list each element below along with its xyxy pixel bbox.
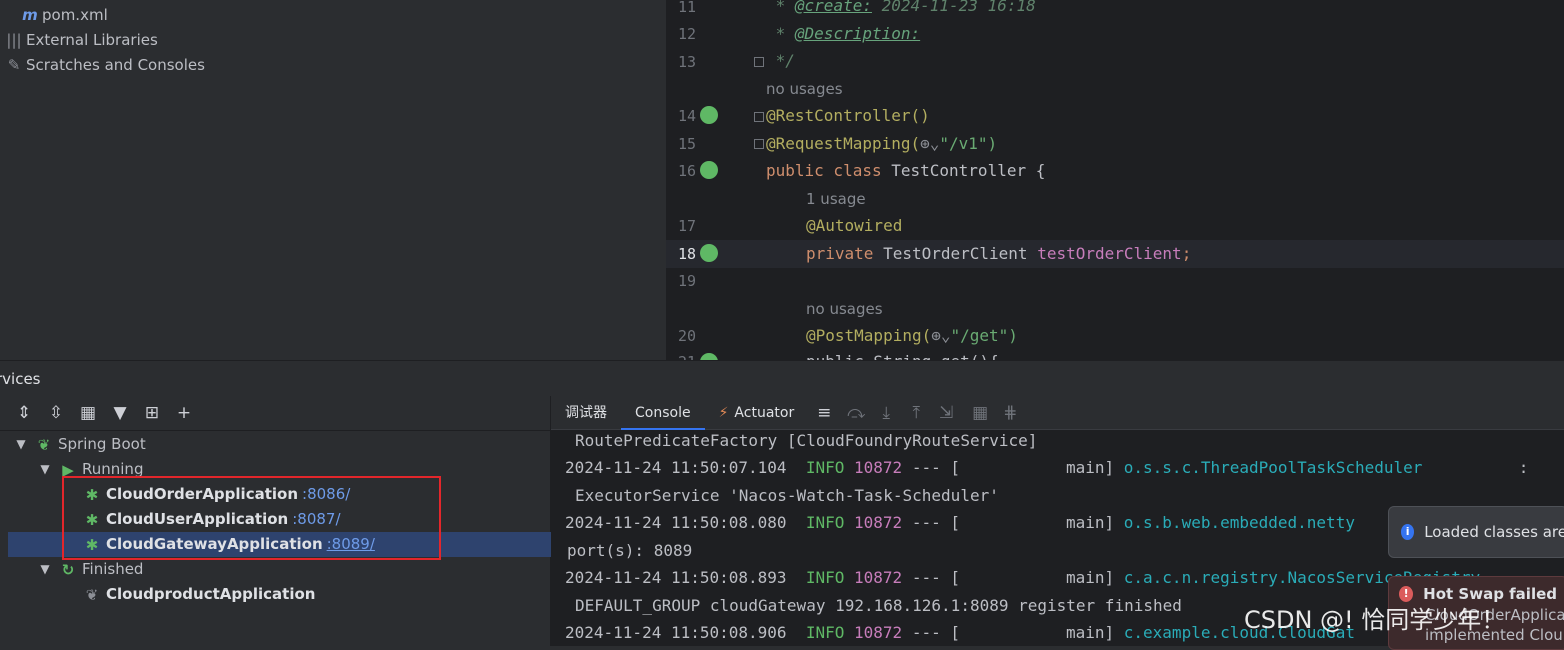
actuator-icon: ⚡ [718, 404, 729, 421]
line-number: 18 [677, 245, 696, 263]
usage-hint[interactable]: no usages [806, 300, 883, 318]
fold-marker-icon[interactable] [754, 57, 764, 67]
info-icon: i [1401, 524, 1415, 540]
tab-actuator-label: Actuator [734, 404, 795, 421]
line-number: 19 [677, 272, 696, 290]
usage-hint[interactable]: no usages [766, 80, 843, 98]
path-string: "/get") [950, 326, 1018, 345]
line-number: 12 [677, 25, 696, 43]
globe-icon[interactable]: ⊕⌄ [931, 326, 950, 345]
spring-bean-gutter-icon[interactable] [700, 353, 718, 360]
autowired-gutter-icon[interactable] [700, 244, 718, 262]
path-string: "/v1") [939, 134, 998, 153]
chevron-down-icon[interactable]: ▼ [38, 457, 52, 482]
external-libraries-label: External Libraries [26, 31, 158, 49]
services-title: rvices [0, 370, 41, 388]
line-number: 11 [677, 0, 696, 16]
chevron-down-icon[interactable]: ▼ [14, 432, 28, 457]
console-line: 2024-11-24 11:50:08.893 INFO 10872 --- [… [565, 568, 1481, 587]
info-notification-text: Loaded classes are [1424, 523, 1564, 541]
add-service-icon[interactable]: + [174, 403, 194, 423]
new-tab-icon[interactable]: ⊞ [142, 403, 162, 423]
highlight-annotation-box [62, 476, 441, 560]
group-by-icon[interactable]: ▦ [78, 403, 98, 423]
spring-bean-gutter-icon[interactable] [700, 106, 718, 124]
evaluate-icon[interactable]: ▦ [970, 403, 990, 423]
annotation-text: @PostMapping( [806, 326, 932, 345]
maven-icon: m [22, 6, 38, 24]
line-number: 15 [677, 135, 696, 153]
fold-marker-icon[interactable] [754, 112, 764, 122]
step-out-icon[interactable]: ⤒ [906, 403, 926, 423]
project-tree-panel: m pom.xml ||| External Libraries ✎ Scrat… [0, 0, 666, 360]
annotation-text: @RequestMapping( [766, 134, 921, 153]
code-line-18: private TestOrderClient testOrderClient; [806, 244, 1192, 263]
code-line-12: * @Description: [766, 24, 921, 43]
services-title-bar: rvices [0, 360, 1564, 396]
tree-node-app[interactable]: ❦ CloudproductApplication [84, 582, 316, 607]
console-line: 2024-11-24 11:50:08.080 INFO 10872 --- [… [565, 513, 1355, 532]
project-tree-item-pom[interactable]: m pom.xml [20, 3, 108, 27]
code-line-21: public String get(){ [806, 352, 999, 360]
line-number: 20 [677, 327, 696, 345]
finished-label: Finished [82, 560, 144, 578]
globe-icon[interactable]: ⊕⌄ [920, 134, 939, 153]
chevron-down-icon[interactable]: ▼ [38, 557, 52, 582]
menu-icon[interactable]: ≡ [814, 403, 834, 423]
code-line-16: public class TestController { [766, 161, 1046, 180]
code-line-14: @RestController() [766, 106, 930, 125]
line-number: 16 [677, 162, 696, 180]
trace-icon[interactable]: ⋕ [1000, 403, 1020, 423]
tree-node-finished[interactable]: ▼ ↻ Finished [38, 557, 143, 582]
code-line-20: @PostMapping(⊕⌄"/get") [806, 326, 1018, 345]
line-number: 21 [666, 353, 696, 360]
console-line: DEFAULT_GROUP cloudGateway 192.168.126.1… [575, 596, 1182, 615]
tree-node-spring-boot[interactable]: ▼ ❦ Spring Boot [14, 432, 146, 457]
collapse-all-icon[interactable]: ⇳ [46, 403, 66, 423]
console-tabs: 调试器 Console ⚡ Actuator ≡ ⤼ ⤓ ⤒ ⇲ ▦ ⋕ [551, 396, 1564, 430]
spring-bean-gutter-icon[interactable] [700, 161, 718, 179]
usage-hint[interactable]: 1 usage [806, 190, 866, 208]
spring-boot-icon: ❦ [37, 435, 51, 454]
line-number: 17 [677, 217, 696, 235]
spring-app-icon: ❦ [85, 585, 99, 604]
info-notification[interactable]: i Loaded classes are [1388, 506, 1564, 558]
scratches-label: Scratches and Consoles [26, 56, 205, 74]
tab-debugger[interactable]: 调试器 [551, 396, 621, 430]
expand-all-icon[interactable]: ⇕ [14, 403, 34, 423]
console-line: port(s): 8089 [567, 541, 693, 560]
code-line-13: */ [766, 51, 795, 70]
step-over-icon[interactable]: ⤼ [846, 403, 866, 423]
rerun-icon: ↻ [61, 560, 75, 579]
console-line: 2024-11-24 11:50:08.906 INFO 10872 --- [… [565, 623, 1355, 642]
filter-icon[interactable]: ▼ [110, 403, 130, 423]
console-line: 2024-11-24 11:50:07.104 INFO 10872 --- [… [565, 458, 1529, 477]
fold-marker-icon[interactable] [754, 139, 764, 149]
run-to-cursor-icon[interactable]: ⇲ [936, 403, 956, 423]
code-line-11: * @create: 2024-11-23 16:18 [766, 0, 1036, 15]
pom-label: pom.xml [42, 6, 108, 24]
code-editor[interactable]: 11 * @create: 2024-11-23 16:18 12 * @Des… [666, 0, 1564, 360]
libraries-icon: ||| [6, 31, 22, 49]
project-tree-item-external-libraries[interactable]: ||| External Libraries [4, 28, 158, 52]
line-number: 13 [677, 53, 696, 71]
tab-console[interactable]: Console [621, 396, 705, 430]
spring-boot-label: Spring Boot [58, 435, 146, 453]
code-line-15: @RequestMapping(⊕⌄"/v1") [766, 134, 997, 153]
project-tree-item-scratches[interactable]: ✎ Scratches and Consoles [4, 53, 205, 77]
line-number: 14 [677, 107, 696, 125]
watermark: CSDN @! 恰同学少年！ [1244, 606, 1506, 634]
app-name: CloudproductApplication [106, 585, 316, 603]
console-line: ExecutorService 'Nacos-Watch-Task-Schedu… [575, 486, 999, 505]
tab-actuator[interactable]: ⚡ Actuator [705, 396, 809, 430]
services-toolbar: ⇕ ⇳ ▦ ▼ ⊞ + [14, 400, 194, 426]
console-line: RoutePredicateFactory [CloudFoundryRoute… [575, 431, 1038, 450]
code-line-17: @Autowired [806, 216, 903, 235]
step-into-icon[interactable]: ⤓ [876, 403, 896, 423]
scratches-icon: ✎ [7, 56, 21, 74]
